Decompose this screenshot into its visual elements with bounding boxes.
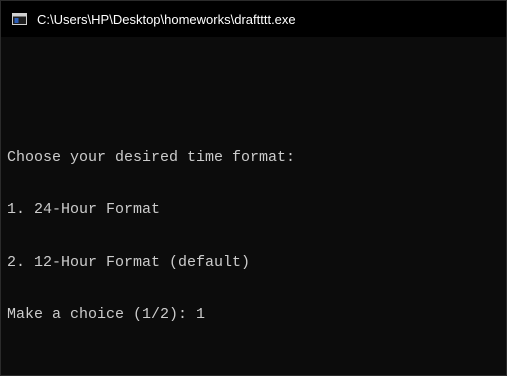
console-output[interactable]: Choose your desired time format: 1. 24-H… bbox=[7, 61, 500, 375]
window-title: C:\Users\HP\Desktop\homeworks\draftttt.e… bbox=[37, 11, 296, 27]
console-line-prompt-title: Choose your desired time format: bbox=[7, 148, 296, 166]
console-line-option-24h: 1. 24-Hour Format bbox=[7, 201, 161, 218]
console-line-option-12h: 2. 12-Hour Format (default) bbox=[7, 253, 251, 271]
console-line-choice-input: Make a choice (1/2): 1 bbox=[7, 306, 206, 323]
console-window: C:\Users\HP\Desktop\homeworks\draftttt.e… bbox=[0, 0, 507, 376]
console-line-blank bbox=[7, 96, 500, 114]
title-bar[interactable]: C:\Users\HP\Desktop\homeworks\draftttt.e… bbox=[1, 1, 506, 37]
console-app-icon[interactable] bbox=[12, 13, 27, 25]
